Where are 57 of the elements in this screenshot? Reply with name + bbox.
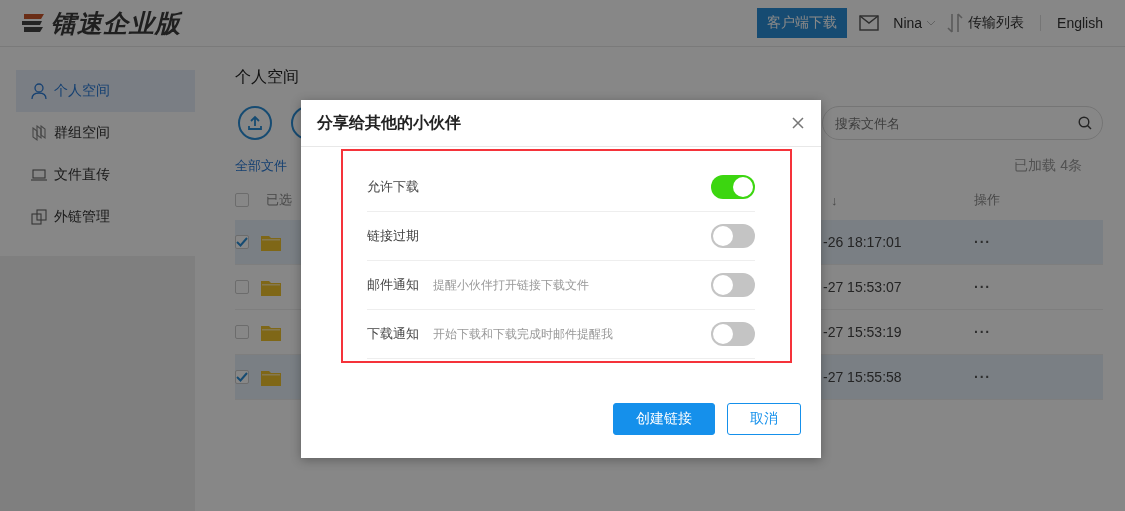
date-cell-text: -27 15:55:58 bbox=[822, 369, 903, 385]
date-cell-text: -27 15:53:19 bbox=[822, 324, 903, 340]
user-menu[interactable]: Nina bbox=[893, 15, 937, 31]
logo-text: 镭速企业版 bbox=[51, 7, 181, 39]
laptop-icon bbox=[30, 166, 48, 184]
option-hint: 开始下载和下载完成时邮件提醒我 bbox=[433, 325, 613, 343]
upload-button[interactable] bbox=[238, 106, 272, 140]
sidebar-item[interactable]: 文件直传 bbox=[16, 154, 195, 196]
download-button[interactable]: 客户端下载 bbox=[757, 8, 848, 38]
option-hint: 提醒小伙伴打开链接下载文件 bbox=[433, 276, 589, 294]
transfer-icon[interactable] bbox=[946, 13, 965, 33]
toggle-switch[interactable] bbox=[711, 224, 755, 248]
breadcrumb-link[interactable]: 全部文件 bbox=[235, 157, 287, 175]
search-icon[interactable] bbox=[1078, 116, 1092, 130]
toggle-switch[interactable] bbox=[711, 322, 755, 346]
upload-icon[interactable] bbox=[247, 115, 263, 131]
checkbox[interactable] bbox=[235, 325, 249, 339]
sidebar-item[interactable]: 外链管理 bbox=[16, 196, 195, 238]
column-header: 操作 bbox=[974, 191, 1001, 209]
page-title: 个人空间 bbox=[235, 67, 300, 87]
search-field[interactable]: 搜索文件名 bbox=[833, 114, 1078, 132]
folder-icon bbox=[261, 233, 281, 251]
more-actions[interactable]: ··· bbox=[974, 324, 1103, 340]
dialog-title: 分享给其他的小伙伴 bbox=[317, 112, 461, 133]
toggle-switch[interactable] bbox=[711, 175, 755, 199]
option-label: 允许下载 bbox=[367, 178, 419, 196]
stack-icon bbox=[30, 124, 48, 142]
transfer-list-link[interactable]: 传输列表 bbox=[968, 14, 1025, 32]
column-header: 已选 bbox=[265, 191, 293, 209]
more-actions[interactable]: ··· bbox=[974, 369, 1103, 385]
sidebar-item[interactable]: 个人空间 bbox=[16, 70, 195, 112]
person-icon bbox=[30, 82, 48, 100]
checkbox[interactable] bbox=[235, 235, 249, 249]
option-label: 邮件通知 bbox=[367, 276, 419, 294]
logo-icon bbox=[20, 11, 46, 35]
link-icon bbox=[30, 208, 48, 226]
date-cell-text: -27 15:53:07 bbox=[822, 279, 903, 295]
date-cell-text: -26 18:17:01 bbox=[822, 234, 903, 250]
option-label: 链接过期 bbox=[367, 227, 419, 245]
create-link-button[interactable]: 创建链接 bbox=[613, 403, 715, 435]
folder-icon bbox=[261, 323, 281, 341]
chevron-icon[interactable] bbox=[926, 20, 937, 26]
option-label: 下载通知 bbox=[367, 325, 419, 343]
more-actions[interactable]: ··· bbox=[974, 279, 1103, 295]
toggle-switch[interactable] bbox=[711, 273, 755, 297]
sidebar-item[interactable]: 群组空间 bbox=[16, 112, 195, 154]
language-link[interactable]: English bbox=[1057, 15, 1103, 31]
cancel-button[interactable]: 取消 bbox=[727, 403, 801, 435]
checkbox[interactable] bbox=[235, 280, 249, 294]
close-button[interactable] bbox=[791, 116, 805, 130]
mail-icon[interactable] bbox=[859, 15, 880, 31]
more-actions[interactable]: ··· bbox=[974, 234, 1103, 250]
folder-icon bbox=[261, 368, 281, 386]
checkbox[interactable] bbox=[235, 193, 249, 207]
sort-arrow[interactable]: ↓ bbox=[817, 192, 974, 208]
checkbox[interactable] bbox=[235, 370, 249, 384]
folder-icon bbox=[261, 278, 281, 296]
